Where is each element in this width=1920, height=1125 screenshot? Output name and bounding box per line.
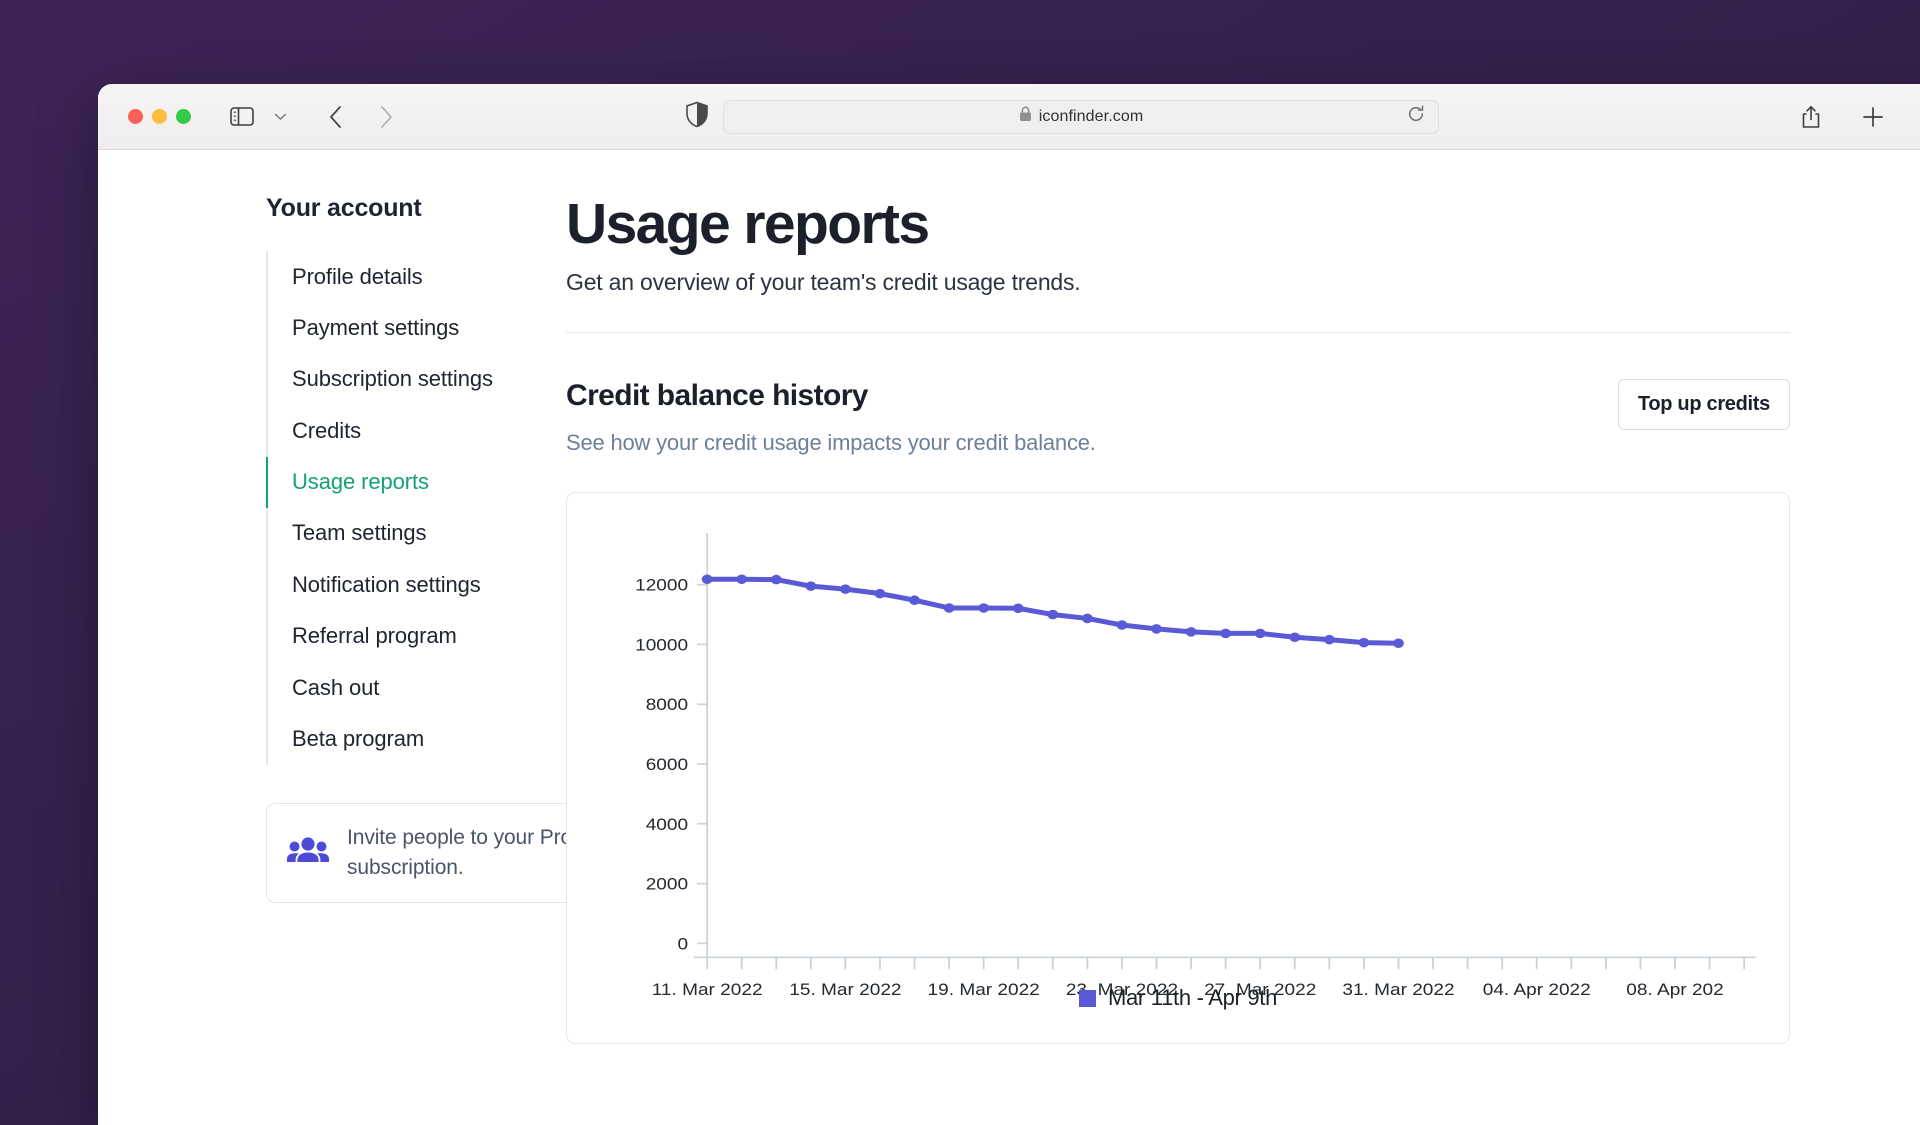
- people-group-icon: [287, 835, 329, 870]
- y-axis-tick-label: 6000: [646, 755, 688, 774]
- chart-data-point[interactable]: [909, 595, 920, 606]
- sidebar-nav: Profile details Payment settings Subscri…: [266, 251, 546, 765]
- chart-data-point[interactable]: [770, 575, 782, 585]
- chart-data-point[interactable]: [1393, 638, 1404, 649]
- forward-button[interactable]: [369, 102, 403, 132]
- sidebar-item-payment-settings[interactable]: Payment settings: [266, 302, 546, 353]
- reload-icon[interactable]: [1407, 105, 1425, 128]
- chart-data-point[interactable]: [1323, 635, 1335, 645]
- section-header: Credit balance history See how your cred…: [566, 379, 1790, 456]
- sidebar-item-subscription-settings[interactable]: Subscription settings: [266, 354, 546, 405]
- sidebar-item-usage-reports[interactable]: Usage reports: [266, 456, 546, 508]
- chart-data-point[interactable]: [943, 603, 955, 614]
- chart-data-point[interactable]: [736, 574, 748, 585]
- lock-icon: [1019, 106, 1032, 127]
- credit-balance-chart-card: 0 2000 4000 6000 8000 10000 12000 11. Mar 2022 1…: [566, 492, 1790, 1045]
- legend-label: Mar 11th - Apr 9th: [1107, 985, 1278, 1011]
- sidebar-item-team-settings[interactable]: Team settings: [266, 508, 546, 559]
- chart-data-point[interactable]: [840, 584, 851, 595]
- sidebar-item-profile-details[interactable]: Profile details: [266, 251, 546, 302]
- sidebar-title: Your account: [266, 194, 422, 222]
- section-title: Credit balance history: [566, 379, 868, 413]
- page-content: Your account Profile details Payment set…: [98, 150, 1920, 1125]
- chart-data-point[interactable]: [1358, 638, 1370, 648]
- chart-data-point[interactable]: [1220, 629, 1232, 639]
- chart-data-point[interactable]: [805, 581, 817, 592]
- chevron-down-icon[interactable]: [263, 102, 297, 132]
- legend-swatch: [1078, 989, 1096, 1007]
- main-content: Usage reports Get an overview of your te…: [546, 194, 1920, 1125]
- account-sidebar: Your account Profile details Payment set…: [156, 194, 604, 1125]
- section-subtitle: See how your credit usage impacts your c…: [566, 430, 1096, 456]
- shield-icon[interactable]: [686, 101, 708, 132]
- chart-data-point[interactable]: [1116, 620, 1128, 631]
- sidebar-toggle-icon[interactable]: [225, 102, 259, 132]
- browser-toolbar: iconfinder.com: [98, 84, 1920, 150]
- y-axis-tick-label: 0: [677, 935, 688, 954]
- sidebar-item-credits[interactable]: Credits: [266, 405, 546, 456]
- top-up-credits-button[interactable]: Top up credits: [1617, 379, 1790, 431]
- sidebar-item-referral-program[interactable]: Referral program: [266, 611, 546, 662]
- sidebar-item-beta-program[interactable]: Beta program: [266, 714, 546, 765]
- chart-data-point[interactable]: [1185, 627, 1197, 638]
- chart-data-point[interactable]: [701, 574, 713, 585]
- close-window-button[interactable]: [128, 109, 143, 124]
- minimize-window-button[interactable]: [152, 109, 167, 124]
- divider: [566, 332, 1790, 334]
- browser-window: iconfinder.com Your account Profile deta…: [98, 84, 1920, 1125]
- credit-balance-line-chart: 02000400060008000100001200011. Mar 2022 1…: [635, 533, 1756, 999]
- sidebar-item-cash-out[interactable]: Cash out: [266, 662, 546, 713]
- chart-data-point[interactable]: [1289, 632, 1301, 643]
- chart-data-point[interactable]: [978, 603, 990, 614]
- window-traffic-lights: [128, 109, 191, 124]
- page-subtitle: Get an overview of your team's credit us…: [566, 269, 1081, 296]
- share-icon[interactable]: [1794, 102, 1828, 132]
- chart-legend: Mar 11th - Apr 9th: [567, 985, 1789, 1011]
- sidebar-item-notification-settings[interactable]: Notification settings: [266, 559, 546, 610]
- address-bar[interactable]: iconfinder.com: [723, 99, 1439, 134]
- y-axis-tick-label: 12000: [635, 576, 688, 595]
- new-tab-button[interactable]: [1856, 102, 1890, 132]
- back-button[interactable]: [319, 102, 353, 132]
- y-axis-tick-label: 2000: [646, 875, 688, 894]
- y-axis-tick-label: 10000: [635, 636, 688, 655]
- chart-data-point[interactable]: [1151, 624, 1162, 635]
- y-axis-tick-label: 8000: [646, 696, 688, 715]
- y-axis-tick-label: 4000: [646, 815, 688, 834]
- chart-data-point[interactable]: [1081, 614, 1093, 624]
- chart-data-point[interactable]: [1254, 629, 1266, 639]
- page-title: Usage reports: [566, 192, 930, 256]
- chart-data-point[interactable]: [1047, 610, 1059, 620]
- url-text: iconfinder.com: [1038, 107, 1144, 125]
- chart-data-point[interactable]: [1012, 603, 1024, 614]
- maximize-window-button[interactable]: [176, 109, 191, 124]
- chart-data-point[interactable]: [874, 589, 886, 599]
